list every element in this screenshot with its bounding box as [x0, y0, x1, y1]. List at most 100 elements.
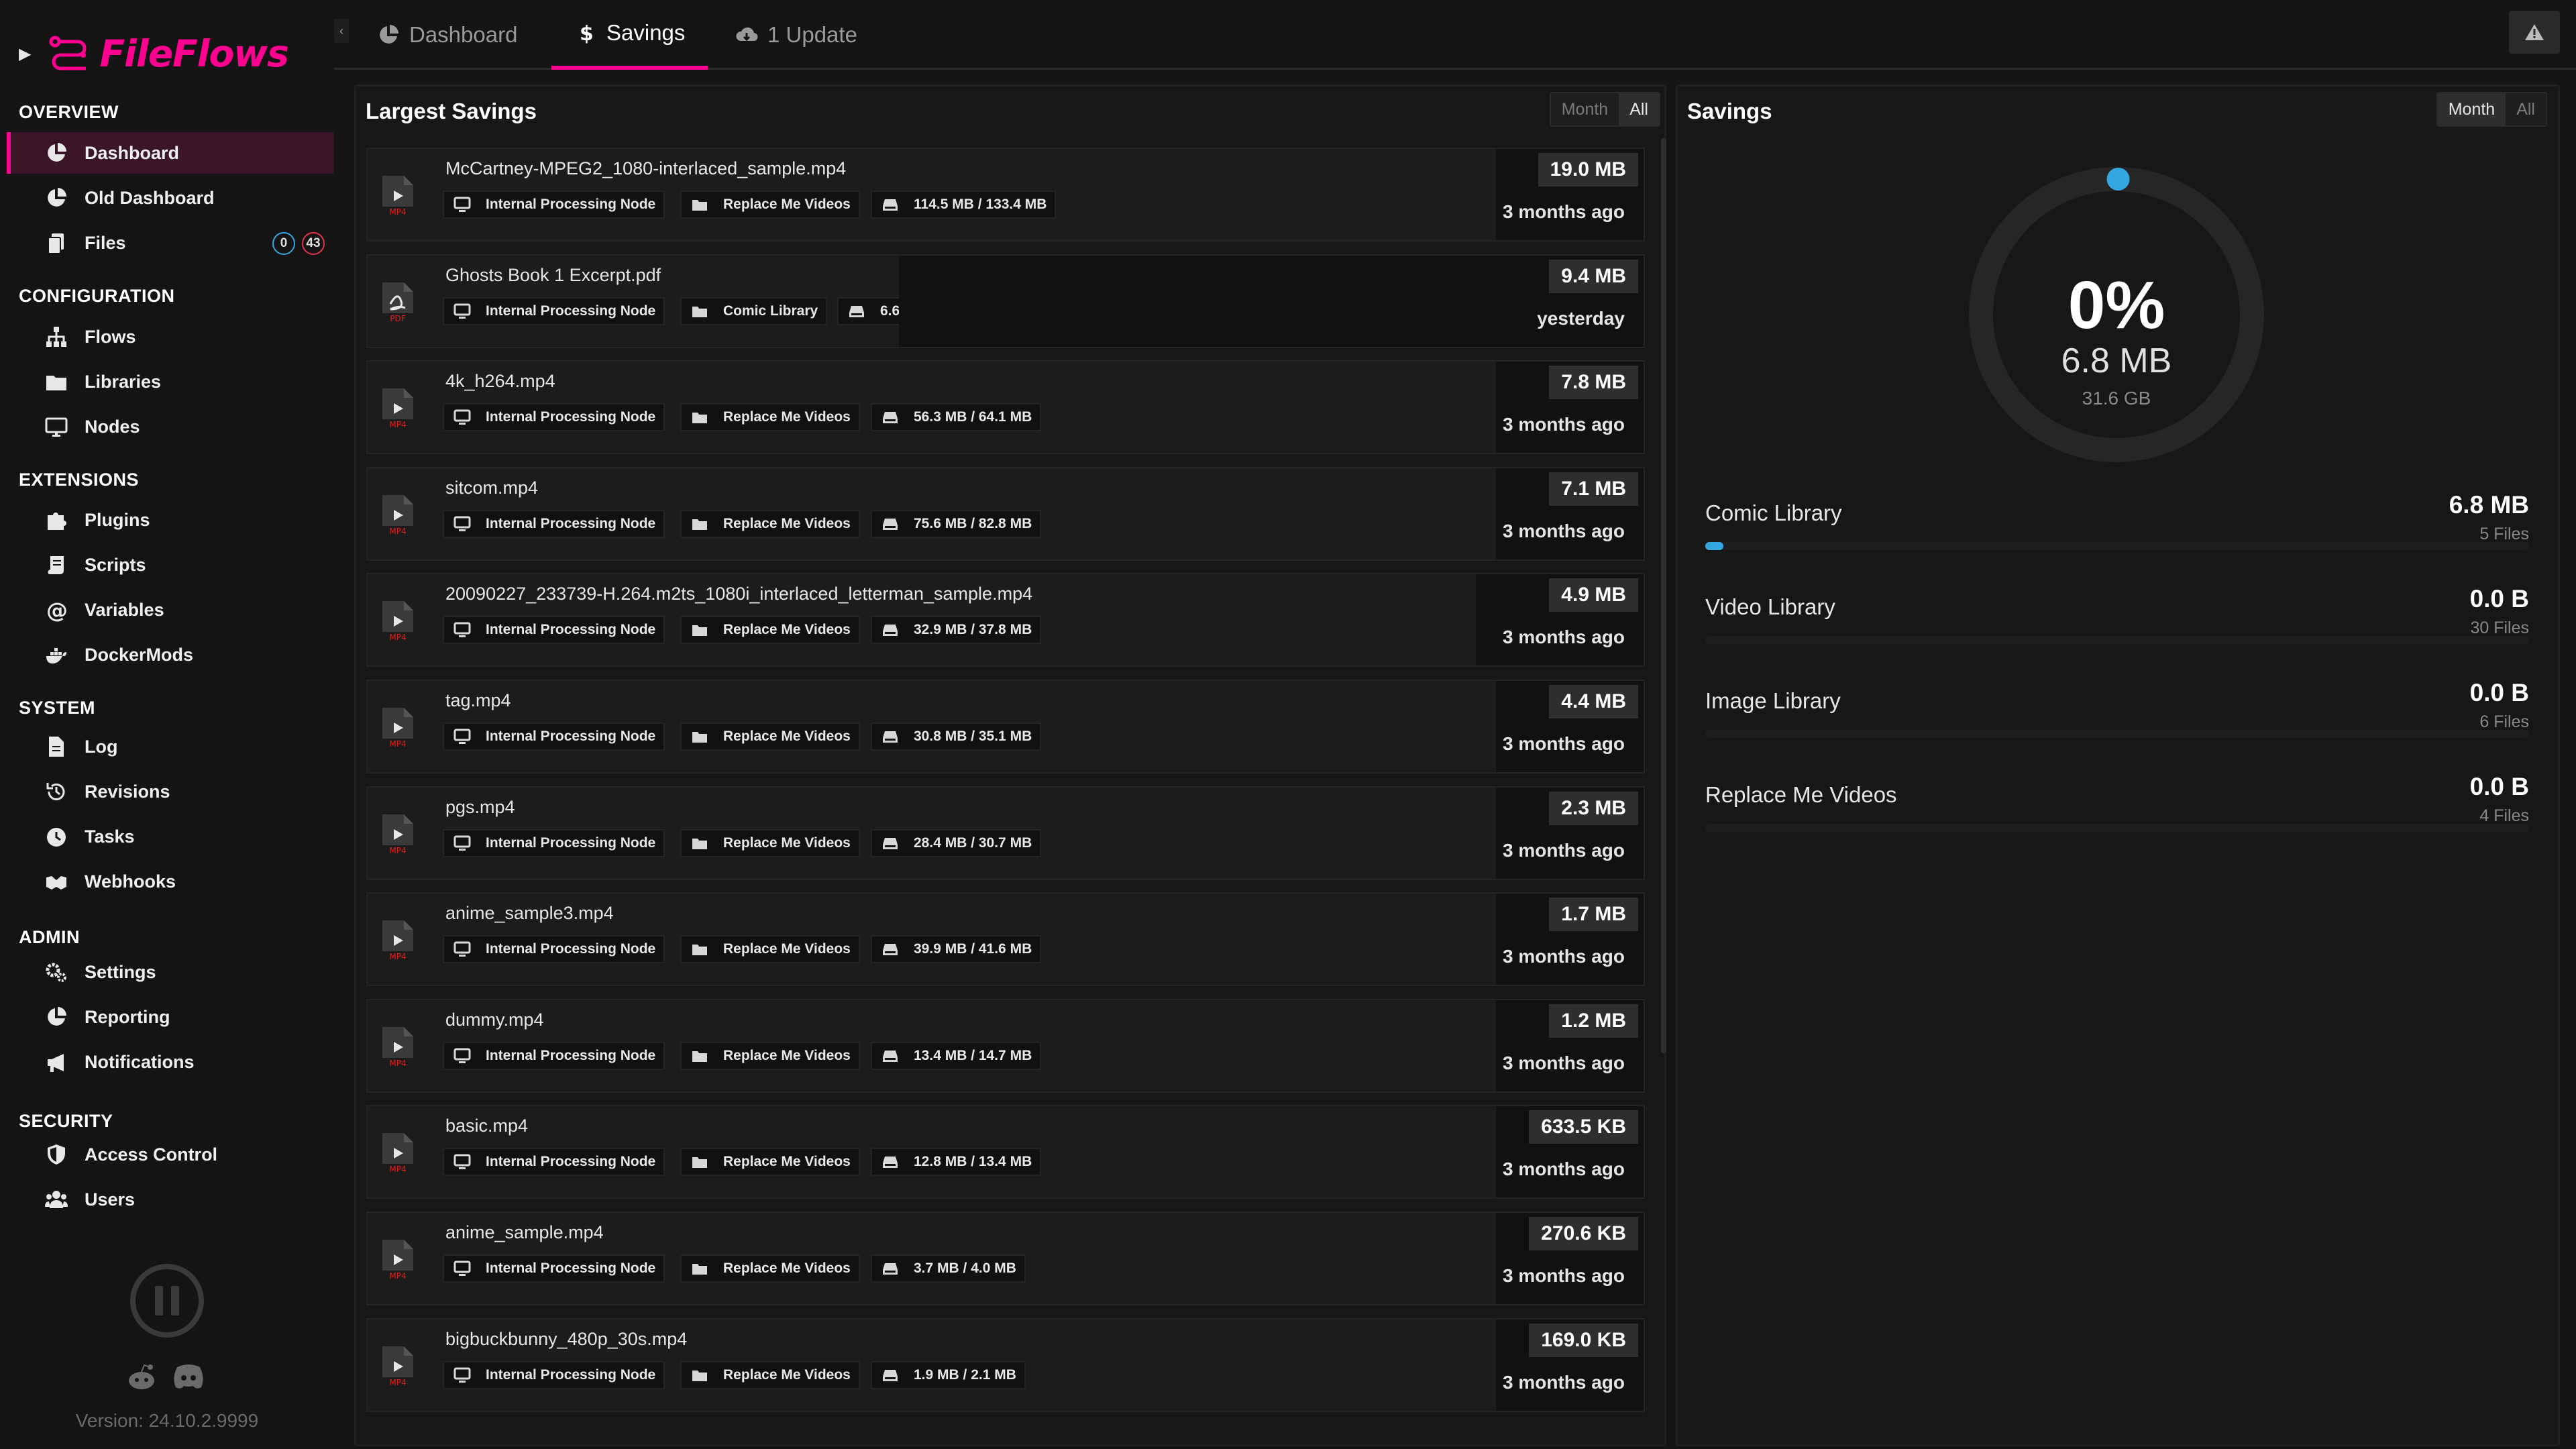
- folder-icon: [44, 370, 68, 394]
- file-type-label: MP4: [389, 1059, 406, 1068]
- library-savings-item: Comic Library 6.8 MB 5 Files: [1704, 491, 2530, 578]
- tab-update[interactable]: 1 Update: [735, 0, 857, 70]
- sidebar-item-tasks[interactable]: Tasks: [7, 816, 334, 858]
- sidebar-item-webhooks[interactable]: Webhooks: [7, 861, 334, 903]
- savings-row[interactable]: MP4 20090227_233739-H.264.m2ts_1080i_inte…: [366, 573, 1645, 667]
- pause-icon-right: [171, 1286, 179, 1316]
- library-name: Replace Me Videos: [723, 941, 851, 957]
- savings-row[interactable]: MP4 tag.mp4 Internal Processing Node Replac…: [366, 680, 1645, 773]
- sidebar-item-scripts[interactable]: Scripts: [7, 544, 334, 586]
- toggle-month[interactable]: Month: [2437, 93, 2506, 125]
- toggle-all[interactable]: All: [1619, 93, 1659, 125]
- savings-gauge-progress: [2106, 168, 2130, 191]
- file-sizes: 75.6 MB / 82.8 MB: [914, 515, 1032, 531]
- folder-icon: [692, 945, 707, 956]
- sidebar-item-users[interactable]: Users: [7, 1179, 334, 1220]
- file-type-label: MP4: [389, 739, 406, 749]
- savings-row[interactable]: MP4 bigbuckbunny_480p_30s.mp4 Internal Pro…: [366, 1318, 1645, 1412]
- collapse-sidebar-button[interactable]: ‹: [334, 19, 349, 43]
- discord-icon[interactable]: [172, 1362, 205, 1391]
- reddit-icon[interactable]: [125, 1362, 158, 1391]
- sidebar-item-settings[interactable]: Settings: [7, 951, 334, 993]
- savings-row[interactable]: MP4 anime_sample3.mp4 Internal Processing …: [366, 892, 1645, 987]
- processed-time: 3 months ago: [1502, 946, 1625, 967]
- sidebar-item-plugins[interactable]: Plugins: [7, 499, 334, 541]
- size-chip: 56.3 MB / 64.1 MB: [871, 403, 1042, 432]
- desktop-icon: [453, 303, 471, 319]
- savings-row[interactable]: MP4 anime_sample.mp4 Internal Processing N…: [366, 1212, 1645, 1305]
- expand-caret-icon[interactable]: ▶: [19, 44, 31, 64]
- library-progress-track: [1705, 824, 2529, 832]
- pause-button[interactable]: [130, 1264, 204, 1338]
- logo[interactable]: ▶ FileFlows: [19, 30, 289, 78]
- node-chip: Internal Processing Node: [443, 722, 665, 751]
- sidebar-item-label: Tasks: [85, 826, 135, 847]
- sidebar-item-revisions[interactable]: Revisions: [7, 771, 334, 812]
- sidebar-item-reporting[interactable]: Reporting: [7, 996, 334, 1038]
- file-name: 4k_h264.mp4: [445, 371, 555, 392]
- sidebar-item-label: Scripts: [85, 554, 146, 575]
- toggle-all[interactable]: All: [2506, 93, 2546, 125]
- warning-button[interactable]: [2509, 11, 2560, 54]
- processed-time: yesterday: [1537, 307, 1625, 329]
- sidebar-item-nodes[interactable]: Nodes: [7, 407, 334, 448]
- sidebar-item-label: Dashboard: [85, 142, 180, 163]
- sidebar-item-flows[interactable]: Flows: [7, 316, 334, 358]
- library-name: Replace Me Videos: [1705, 782, 1897, 807]
- hard-drive-icon: [883, 199, 898, 211]
- gears-icon: [44, 960, 68, 984]
- sidebar-item-old-dashboard[interactable]: Old Dashboard: [7, 177, 334, 219]
- hard-drive-icon: [883, 837, 898, 849]
- size-chip: 3.7 MB / 4.0 MB: [871, 1254, 1026, 1283]
- sidebar-item-notifications[interactable]: Notifications: [7, 1042, 334, 1083]
- processed-time: 3 months ago: [1502, 1052, 1625, 1073]
- file-sizes: 32.9 MB / 37.8 MB: [914, 622, 1032, 638]
- library-name: Replace Me Videos: [723, 197, 851, 212]
- svg-text:$: $: [580, 22, 594, 44]
- library-chip: Replace Me Videos: [680, 1254, 860, 1283]
- savings-row[interactable]: PDF Ghosts Book 1 Excerpt.pdf Internal Pro…: [366, 254, 1645, 348]
- sidebar-item-access-control[interactable]: Access Control: [7, 1134, 334, 1175]
- sidebar-item-variables[interactable]: @ Variables: [7, 590, 334, 631]
- tab-savings[interactable]: $ Savings: [551, 0, 708, 70]
- sidebar-item-dashboard[interactable]: Dashboard: [7, 132, 334, 174]
- sidebar-item-dockermods[interactable]: DockerMods: [7, 635, 334, 676]
- hard-drive-icon: [883, 731, 898, 743]
- library-saved-size: 0.0 B: [2469, 679, 2529, 706]
- hard-drive-icon: [883, 1050, 898, 1062]
- folder-icon: [692, 413, 707, 424]
- toggle-month[interactable]: Month: [1551, 93, 1619, 125]
- chart-pie-icon: [380, 25, 398, 44]
- sidebar-item-label: Webhooks: [85, 871, 176, 892]
- saved-size-badge: 7.8 MB: [1549, 366, 1638, 400]
- video-file-icon: MP4: [381, 919, 415, 963]
- folder-icon: [692, 838, 707, 849]
- size-chip: 32.9 MB / 37.8 MB: [871, 616, 1042, 645]
- savings-row[interactable]: MP4 basic.mp4 Internal Processing Node Repl…: [366, 1105, 1645, 1199]
- savings-row[interactable]: MP4 sitcom.mp4 Internal Processing Node Rep…: [366, 466, 1645, 561]
- folder-icon: [692, 625, 707, 637]
- savings-row[interactable]: MP4 4k_h264.mp4 Internal Processing Node Re…: [366, 360, 1645, 455]
- node-chip: Internal Processing Node: [443, 1254, 665, 1283]
- library-chip: Replace Me Videos: [680, 1148, 860, 1177]
- savings-row[interactable]: MP4 pgs.mp4 Internal Processing Node Replac…: [366, 786, 1645, 880]
- hard-drive-icon: [883, 412, 898, 424]
- sidebar-item-files[interactable]: Files 0 43: [7, 223, 334, 264]
- desktop-icon: [453, 941, 471, 957]
- savings-row[interactable]: MP4 McCartney-MPEG2_1080-interlaced_sampl…: [366, 148, 1645, 241]
- fileflows-logo-icon: [49, 36, 87, 70]
- size-chip: 28.4 MB / 30.7 MB: [871, 828, 1042, 857]
- saved-size-badge: 270.6 KB: [1529, 1217, 1638, 1250]
- file-type-label: MP4: [389, 846, 406, 855]
- sidebar-item-log[interactable]: Log: [7, 726, 334, 767]
- library-name: Replace Me Videos: [723, 1260, 851, 1276]
- shield-icon: [44, 1142, 68, 1167]
- sidebar-item-label: Nodes: [85, 417, 140, 437]
- tab-dashboard[interactable]: Dashboard: [377, 0, 517, 70]
- scrollbar[interactable]: [1661, 138, 1666, 1053]
- at-icon: @: [44, 598, 68, 623]
- savings-row[interactable]: MP4 dummy.mp4 Internal Processing Node Repl…: [366, 998, 1645, 1093]
- history-icon: [44, 780, 68, 804]
- saved-size-badge: 633.5 KB: [1529, 1110, 1638, 1144]
- sidebar-item-libraries[interactable]: Libraries: [7, 361, 334, 402]
